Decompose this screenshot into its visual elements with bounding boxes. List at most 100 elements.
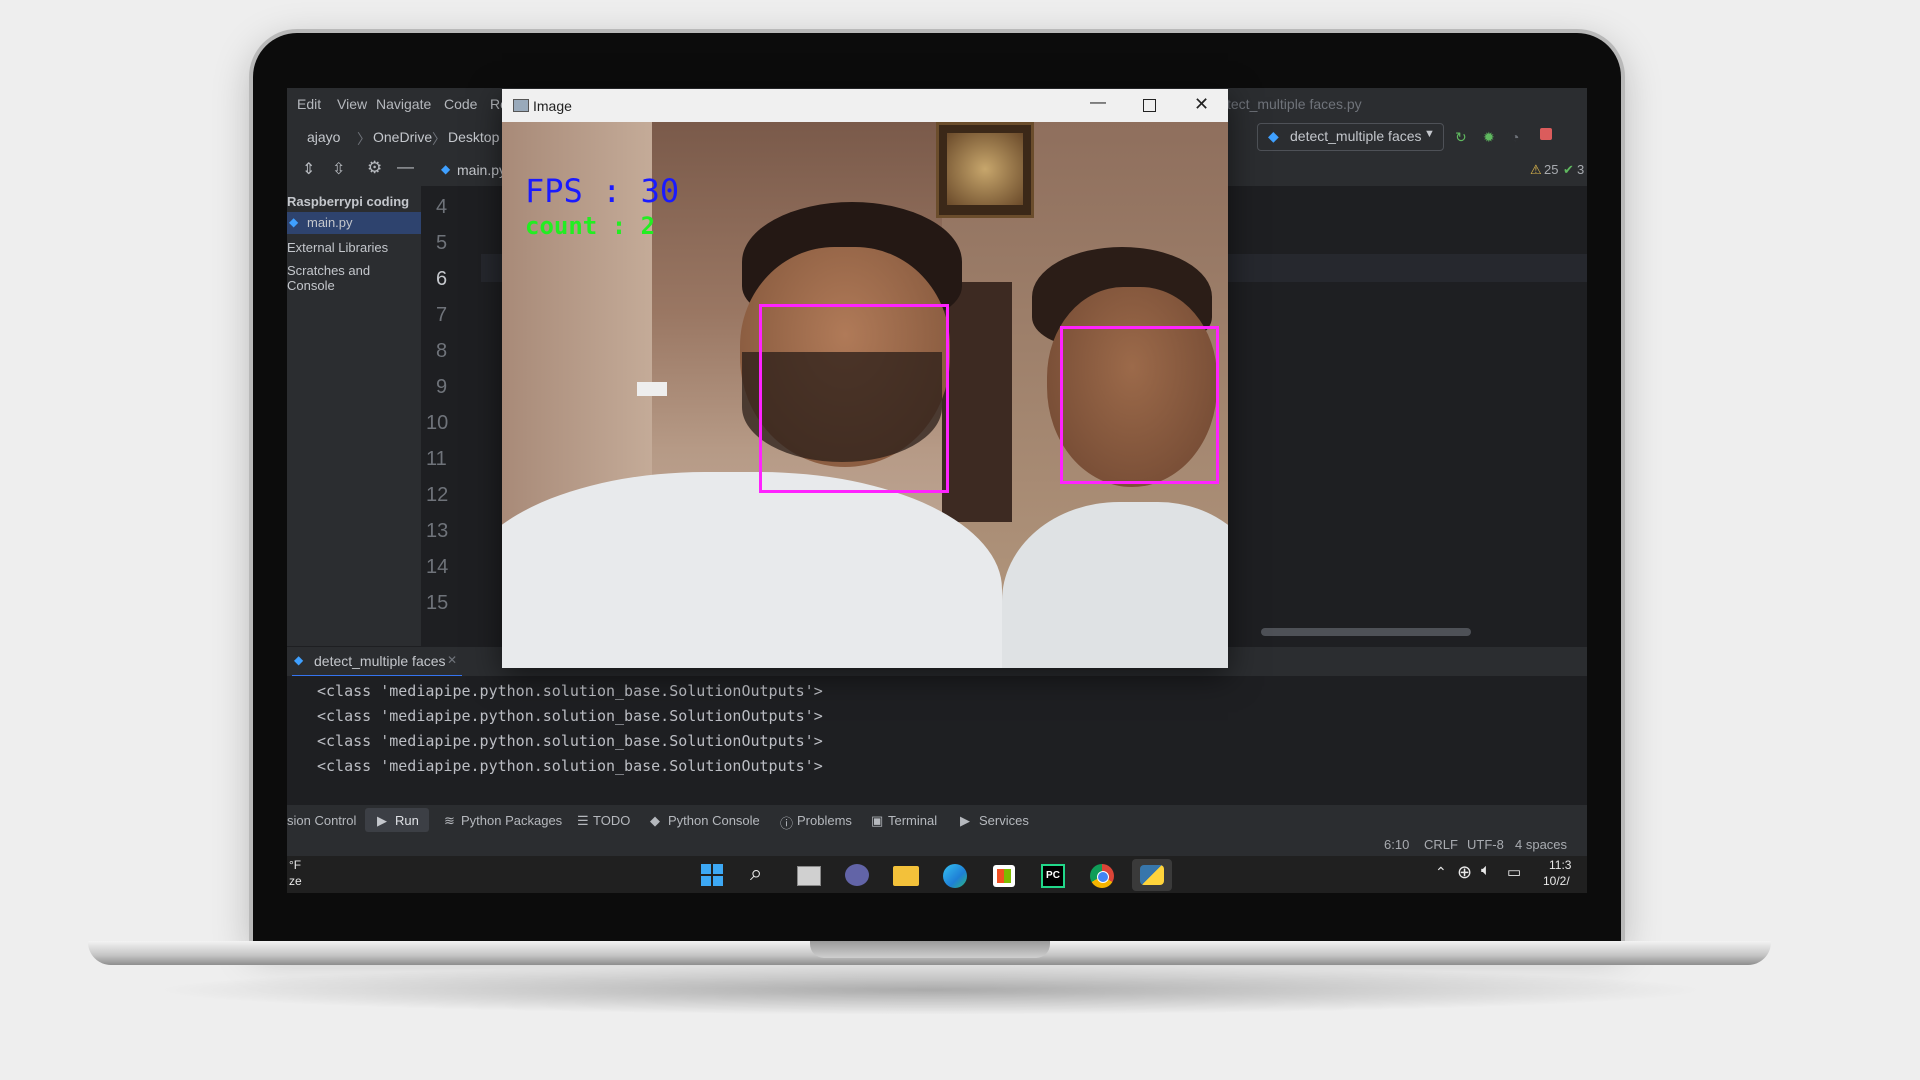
- console-line: <class 'mediapipe.python.solution_base.S…: [317, 707, 823, 725]
- teams-chat-icon[interactable]: [845, 864, 869, 886]
- laptop-shadow: [150, 965, 1710, 1015]
- rerun-icon[interactable]: ↻: [1455, 129, 1467, 146]
- tool-run[interactable]: Run: [395, 813, 419, 828]
- warning-icon: ⚠: [1530, 162, 1542, 177]
- caret-position[interactable]: 6:10: [1384, 837, 1409, 852]
- stop-icon[interactable]: [1540, 128, 1552, 140]
- line-number: 7: [436, 304, 448, 326]
- menu-view[interactable]: View: [337, 96, 367, 112]
- edge-browser-icon[interactable]: [943, 864, 967, 888]
- speaker-icon[interactable]: 🔈︎: [1481, 862, 1491, 880]
- services-icon: ▶: [960, 813, 970, 828]
- maximize-icon[interactable]: [1143, 99, 1156, 112]
- breadcrumb-ajayo[interactable]: ajayo: [307, 129, 340, 145]
- python-console-icon: ◆: [650, 813, 660, 828]
- clock-time[interactable]: 11:3: [1549, 858, 1571, 872]
- microsoft-store-icon[interactable]: [993, 865, 1015, 887]
- line-separator[interactable]: CRLF: [1424, 837, 1458, 852]
- tree-item-main-py: main.py: [307, 215, 353, 230]
- tool-window-bar: sion Control ▶ Run ≋ Python Packages ☰ T…: [287, 804, 1587, 835]
- search-icon[interactable]: ⌕: [750, 860, 762, 886]
- coverage-icon[interactable]: ◔: [1511, 129, 1519, 145]
- weather-desc[interactable]: ze: [289, 874, 302, 888]
- face-detection-box: [1060, 326, 1219, 484]
- tree-item-selected[interactable]: ◆ main.py: [287, 212, 421, 234]
- person-1-shirt: [502, 472, 1002, 668]
- warning-count[interactable]: 25: [1544, 162, 1558, 177]
- tool-version-control[interactable]: sion Control: [287, 813, 356, 828]
- laptop-notch: [810, 941, 1050, 958]
- breadcrumb-desktop[interactable]: Desktop: [432, 129, 499, 145]
- line-number-gutter: 4 5 6 7 8 9 10 11 12 13 14 15: [421, 186, 481, 646]
- console-line: <class 'mediapipe.python.solution_base.S…: [317, 732, 823, 750]
- battery-icon[interactable]: ▭: [1507, 863, 1521, 881]
- collapse-all-icon[interactable]: ⇳: [332, 159, 345, 179]
- project-root[interactable]: Raspberrypi coding: [287, 194, 409, 209]
- line-number: 10: [426, 412, 449, 434]
- python-file-icon: ◆: [289, 215, 299, 229]
- camera-window-titlebar[interactable]: Image — ✕: [502, 89, 1228, 122]
- taskbar: °F ze ⌕ PC ⌃ ⊕ 🔈︎ ▭ 11:3 10/2/: [287, 856, 1587, 893]
- globe-icon[interactable]: ⊕: [1457, 862, 1472, 883]
- debug-icon[interactable]: ✹: [1483, 129, 1495, 146]
- close-icon[interactable]: ✕: [1194, 94, 1209, 115]
- expand-all-icon[interactable]: ⇕: [302, 159, 315, 179]
- windows-start-icon[interactable]: [701, 864, 723, 886]
- line-number: 14: [426, 556, 449, 578]
- tool-terminal[interactable]: Terminal: [888, 813, 937, 828]
- minimize-panel-icon[interactable]: —: [397, 157, 414, 177]
- task-view-icon[interactable]: [797, 866, 821, 886]
- gear-icon[interactable]: ⚙: [367, 158, 382, 178]
- file-explorer-icon[interactable]: [893, 866, 919, 886]
- tool-todo[interactable]: TODO: [593, 813, 630, 828]
- tab-main-py-label: main.py: [457, 162, 507, 178]
- info-icon: ⓘ: [780, 816, 794, 831]
- chevron-up-icon[interactable]: ⌃: [1435, 864, 1447, 881]
- run-console[interactable]: <class 'mediapipe.python.solution_base.S…: [287, 676, 1587, 804]
- pycharm-icon[interactable]: PC: [1041, 864, 1065, 888]
- file-encoding[interactable]: UTF-8: [1467, 837, 1504, 852]
- project-tree: Raspberrypi coding ◆ main.py External Li…: [287, 186, 421, 646]
- tool-python-console[interactable]: Python Console: [668, 813, 760, 828]
- clock-date[interactable]: 10/2/: [1543, 874, 1570, 888]
- count-overlay: count : 2: [525, 212, 656, 240]
- python-app-running[interactable]: [1132, 859, 1172, 891]
- line-number: 4: [436, 196, 448, 218]
- run-config-select[interactable]: ◆ detect_multiple faces ▼: [1257, 123, 1444, 151]
- chevron-down-icon: ▼: [1424, 128, 1435, 140]
- line-number: 8: [436, 340, 448, 362]
- chrome-icon[interactable]: [1090, 864, 1114, 888]
- status-bar: 6:10 CRLF UTF-8 4 spaces: [287, 834, 1587, 856]
- camera-window-title: Image: [533, 98, 572, 114]
- tool-python-packages[interactable]: Python Packages: [461, 813, 562, 828]
- line-number: 15: [426, 592, 449, 614]
- tree-item-external-libraries[interactable]: External Libraries: [287, 240, 388, 255]
- indent-setting[interactable]: 4 spaces: [1515, 837, 1567, 852]
- face-detection-box: [759, 304, 949, 493]
- tool-problems[interactable]: Problems: [797, 813, 852, 828]
- minimize-icon[interactable]: —: [1090, 94, 1106, 112]
- play-icon: ▶: [377, 813, 387, 828]
- python-icon: [1140, 865, 1164, 885]
- tree-item-scratches[interactable]: Scratches and Console: [287, 263, 421, 293]
- menu-edit[interactable]: Edit: [297, 96, 321, 112]
- python-file-icon: ◆: [441, 162, 451, 176]
- menu-navigate[interactable]: Navigate: [376, 96, 431, 112]
- layers-icon: ≋: [444, 813, 455, 828]
- window-title-faded: tect_multiple faces.py: [1227, 96, 1362, 112]
- close-icon[interactable]: ✕: [447, 653, 457, 667]
- door-shadow: [942, 282, 1012, 522]
- python-icon: ◆: [294, 653, 304, 667]
- list-icon: ☰: [577, 813, 589, 828]
- tool-services[interactable]: Services: [979, 813, 1029, 828]
- line-number: 12: [426, 484, 449, 506]
- python-icon: ◆: [1268, 128, 1279, 144]
- run-tab[interactable]: ◆ detect_multiple faces ✕: [292, 647, 462, 677]
- horizontal-scrollbar[interactable]: [1261, 628, 1471, 636]
- weather-temp[interactable]: °F: [289, 858, 301, 872]
- line-number: 13: [426, 520, 449, 542]
- run-tab-label: detect_multiple faces: [314, 653, 446, 669]
- console-line: <class 'mediapipe.python.solution_base.S…: [317, 682, 823, 700]
- breadcrumb-onedrive[interactable]: OneDrive: [357, 129, 432, 145]
- menu-code[interactable]: Code: [444, 96, 477, 112]
